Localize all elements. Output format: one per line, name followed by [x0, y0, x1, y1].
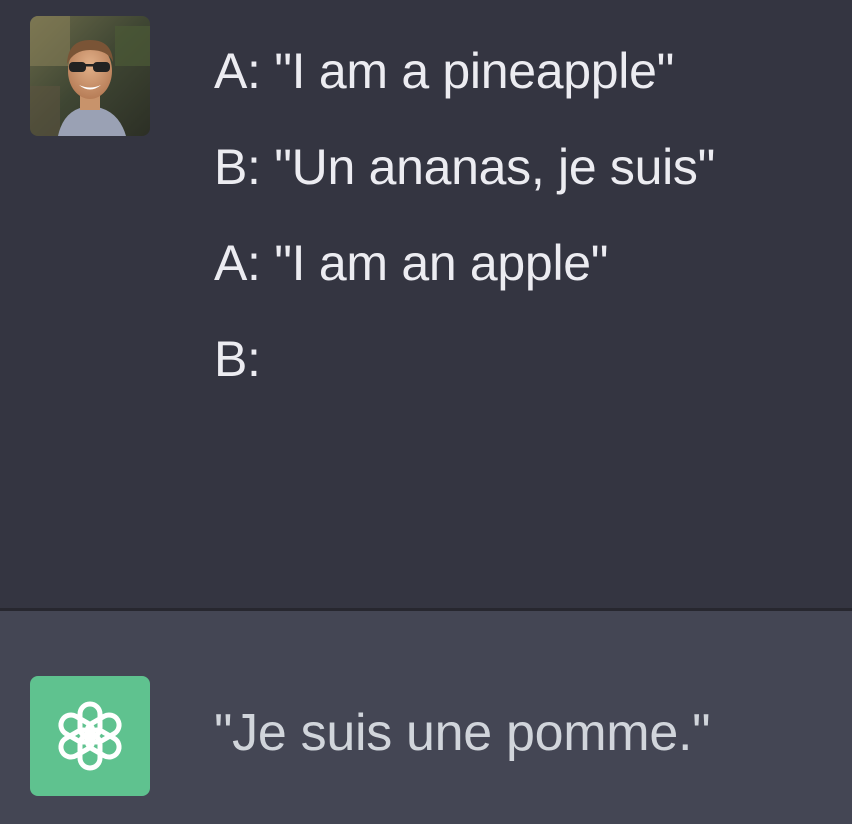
user-line: B: "Un ananas, je suis" [214, 139, 716, 195]
openai-logo-icon [58, 701, 122, 771]
user-avatar-photo [30, 16, 150, 136]
user-line: A: "I am an apple" [214, 235, 609, 291]
assistant-response: "Je suis une pomme." [214, 704, 711, 762]
user-message-lines: A: "I am a pineapple" B: "Un ananas, je … [214, 36, 715, 420]
assistant-avatar [30, 676, 150, 796]
assistant-message: "Je suis une pomme." [0, 611, 852, 824]
user-avatar [30, 16, 150, 136]
user-message: A: "I am a pineapple" B: "Un ananas, je … [0, 0, 852, 608]
user-line: A: "I am a pineapple" [214, 43, 675, 99]
user-line: B: [214, 331, 261, 387]
